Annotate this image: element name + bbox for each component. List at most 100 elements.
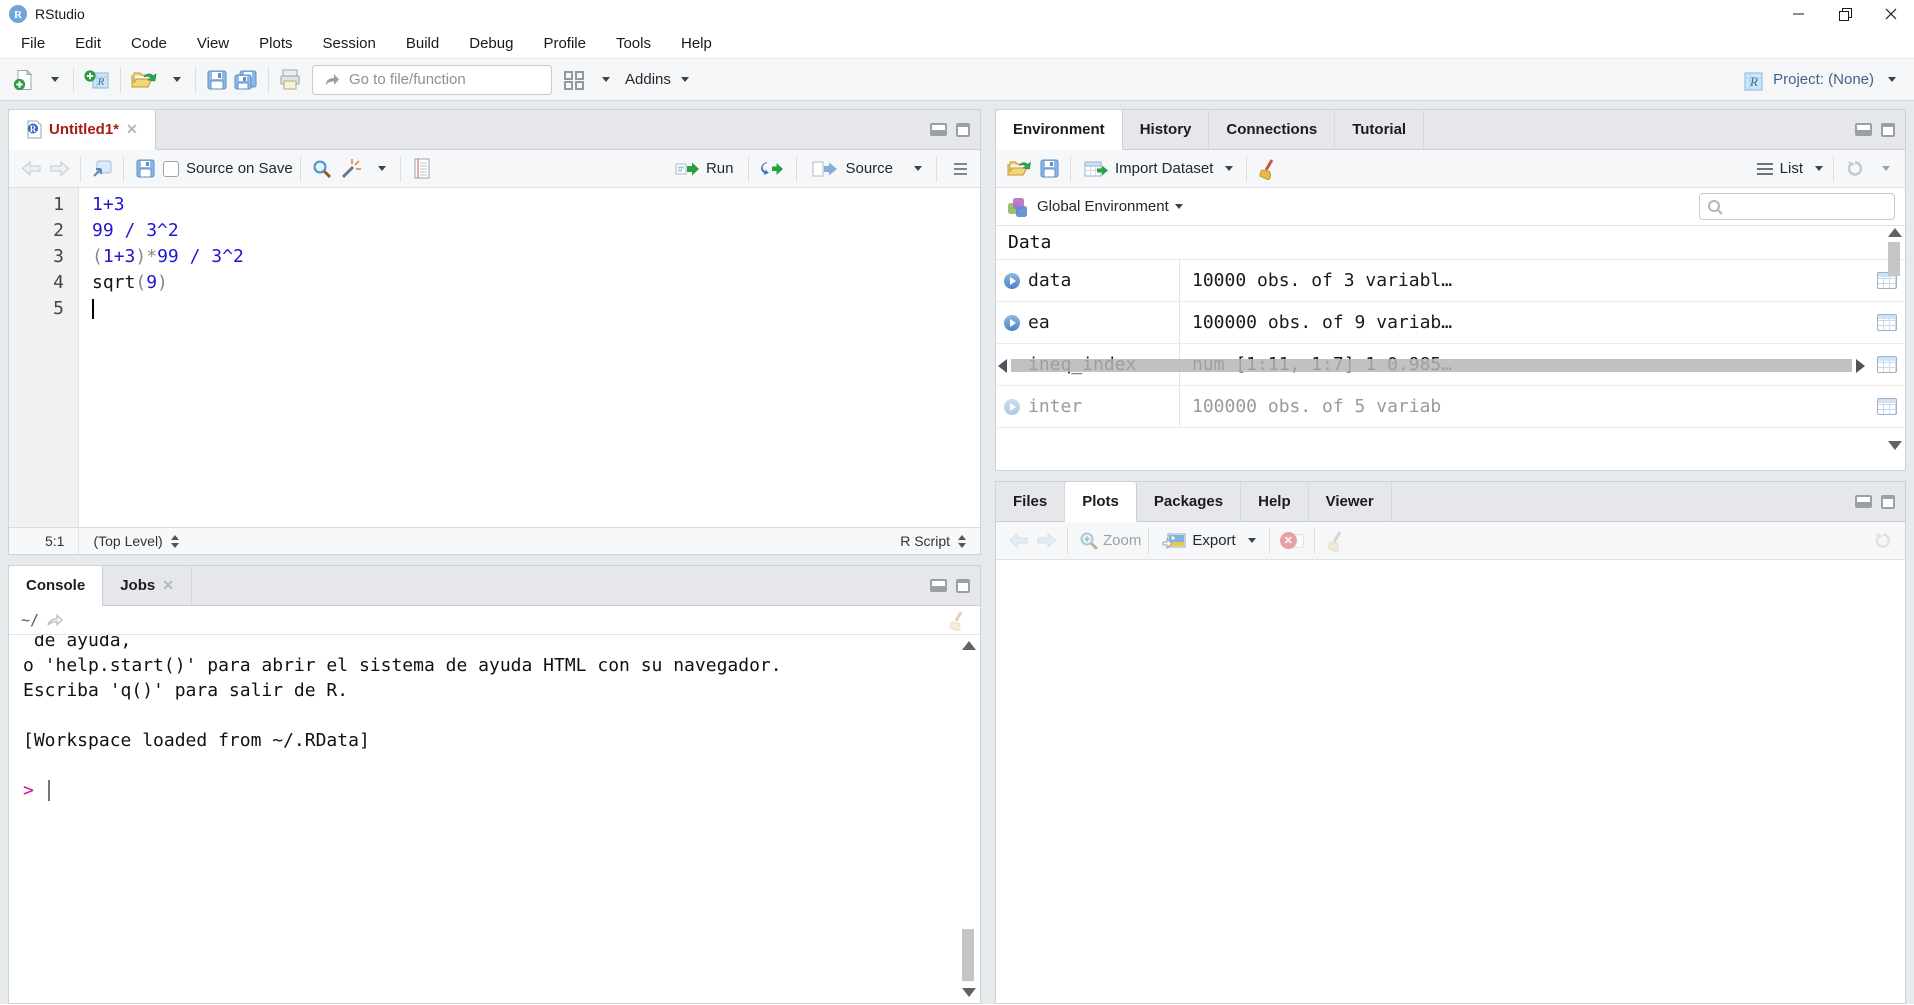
menu-file[interactable]: File	[6, 28, 60, 58]
code-line[interactable]: (1+3)*99 / 3^2	[92, 244, 980, 270]
expand-icon[interactable]	[1004, 315, 1020, 331]
expand-icon[interactable]	[1004, 273, 1020, 289]
tab-files[interactable]: Files	[996, 482, 1065, 521]
window-close-button[interactable]	[1868, 0, 1914, 28]
console-prompt-line[interactable]: >	[23, 778, 950, 803]
environment-search-input[interactable]	[1729, 199, 1879, 214]
env-row-inter[interactable]: inter100000 obs. of 5 variab	[996, 386, 1905, 428]
scroll-down-icon[interactable]	[962, 988, 976, 997]
scroll-thumb[interactable]	[962, 929, 974, 981]
clear-all-plots-button[interactable]	[1322, 525, 1350, 557]
workspace-panes-button[interactable]	[560, 64, 589, 96]
save-source-button[interactable]	[131, 153, 159, 185]
menu-view[interactable]: View	[182, 28, 244, 58]
expand-icon[interactable]	[1004, 399, 1020, 415]
minimize-pane-icon[interactable]	[930, 579, 947, 592]
tab-connections[interactable]: Connections	[1209, 110, 1335, 149]
code-line[interactable]: sqrt(9)	[92, 270, 980, 296]
tab-plots[interactable]: Plots	[1065, 482, 1137, 522]
export-plot-button[interactable]: Export	[1156, 525, 1261, 557]
source-dropdown[interactable]	[901, 153, 929, 185]
source-button[interactable]: Source	[804, 153, 901, 185]
menu-debug[interactable]: Debug	[454, 28, 528, 58]
menu-edit[interactable]: Edit	[60, 28, 116, 58]
open-file-button[interactable]	[128, 64, 160, 96]
minimize-pane-icon[interactable]	[1855, 495, 1872, 508]
menu-plots[interactable]: Plots	[244, 28, 307, 58]
console-body[interactable]: de ayuda,o 'help.start()' para abrir el …	[9, 635, 980, 1003]
goto-directory-icon[interactable]	[46, 613, 64, 627]
environment-vscrollbar[interactable]	[1887, 228, 1902, 450]
menu-tools[interactable]: Tools	[601, 28, 666, 58]
scroll-right-icon[interactable]	[1856, 359, 1865, 373]
next-plot-button[interactable]	[1032, 525, 1060, 557]
forward-button[interactable]	[45, 153, 73, 185]
remove-plot-button[interactable]: ✕	[1277, 525, 1307, 557]
goto-file-input[interactable]	[349, 71, 519, 88]
new-file-button[interactable]	[10, 64, 38, 96]
run-button[interactable]: Run	[667, 153, 742, 185]
open-file-dropdown[interactable]	[160, 64, 188, 96]
menu-build[interactable]: Build	[391, 28, 454, 58]
scroll-thumb[interactable]	[1011, 359, 1852, 372]
addins-button[interactable]: Addins	[617, 64, 697, 96]
maximize-pane-icon[interactable]	[1881, 495, 1895, 509]
clear-environment-button[interactable]	[1254, 153, 1282, 185]
clear-console-icon[interactable]	[948, 610, 968, 631]
scroll-up-icon[interactable]	[1888, 228, 1902, 237]
environment-search[interactable]	[1699, 193, 1895, 220]
tab-untitled1[interactable]: R Untitled1* ✕	[9, 110, 156, 150]
rerun-button[interactable]	[756, 153, 789, 185]
maximize-pane-icon[interactable]	[956, 123, 970, 137]
code-editor[interactable]: 12345 1+399 / 3^2(1+3)*99 / 3^2sqrt(9)	[9, 188, 980, 527]
previous-plot-button[interactable]	[1004, 525, 1032, 557]
menu-session[interactable]: Session	[308, 28, 391, 58]
code-line[interactable]: 1+3	[92, 192, 980, 218]
find-replace-button[interactable]	[308, 153, 336, 185]
tab-help[interactable]: Help	[1241, 482, 1309, 521]
chevron-down-icon[interactable]	[1175, 204, 1183, 209]
display-mode-button[interactable]: List	[1753, 153, 1826, 185]
code-line[interactable]: 99 / 3^2	[92, 218, 980, 244]
code-line[interactable]	[92, 296, 980, 322]
minimize-pane-icon[interactable]	[1855, 123, 1872, 136]
menu-code[interactable]: Code	[116, 28, 182, 58]
refresh-button[interactable]	[1841, 153, 1869, 185]
scroll-up-icon[interactable]	[962, 641, 976, 650]
tab-viewer[interactable]: Viewer	[1309, 482, 1392, 521]
goto-file-search[interactable]	[312, 65, 552, 95]
window-minimize-button[interactable]	[1776, 0, 1822, 28]
window-restore-button[interactable]	[1822, 0, 1868, 28]
tab-console[interactable]: Console	[9, 566, 103, 606]
project-selector[interactable]: R Project: (None)	[1742, 68, 1904, 92]
scroll-down-icon[interactable]	[1888, 441, 1902, 450]
tab-environment[interactable]: Environment	[996, 110, 1123, 150]
refresh-dropdown[interactable]	[1869, 153, 1897, 185]
panes-dropdown[interactable]	[589, 64, 617, 96]
source-on-save-checkbox[interactable]	[163, 161, 179, 177]
compile-report-button[interactable]	[408, 153, 436, 185]
env-row-ea[interactable]: ea100000 obs. of 9 variab…	[996, 302, 1905, 344]
save-button[interactable]	[203, 64, 231, 96]
load-workspace-button[interactable]	[1004, 153, 1035, 185]
code-tools-dropdown[interactable]	[365, 153, 393, 185]
env-row-data[interactable]: data10000 obs. of 3 variabl…	[996, 260, 1905, 302]
save-workspace-button[interactable]	[1035, 153, 1063, 185]
menu-help[interactable]: Help	[666, 28, 727, 58]
menu-profile[interactable]: Profile	[528, 28, 601, 58]
import-dataset-button[interactable]: Import Dataset	[1078, 153, 1239, 185]
tab-history[interactable]: History	[1123, 110, 1210, 149]
zoom-plot-button[interactable]	[1075, 525, 1103, 557]
scroll-left-icon[interactable]	[998, 359, 1007, 373]
tab-packages[interactable]: Packages	[1137, 482, 1241, 521]
tab-jobs[interactable]: Jobs ✕	[103, 566, 192, 605]
maximize-pane-icon[interactable]	[956, 579, 970, 593]
popout-window-button[interactable]	[88, 153, 116, 185]
maximize-pane-icon[interactable]	[1881, 123, 1895, 137]
file-type-selector[interactable]: R Script	[886, 528, 980, 554]
refresh-plot-button[interactable]	[1869, 525, 1897, 557]
close-icon[interactable]: ✕	[126, 121, 138, 138]
minimize-pane-icon[interactable]	[930, 123, 947, 136]
scroll-thumb[interactable]	[1888, 242, 1900, 276]
back-button[interactable]	[17, 153, 45, 185]
